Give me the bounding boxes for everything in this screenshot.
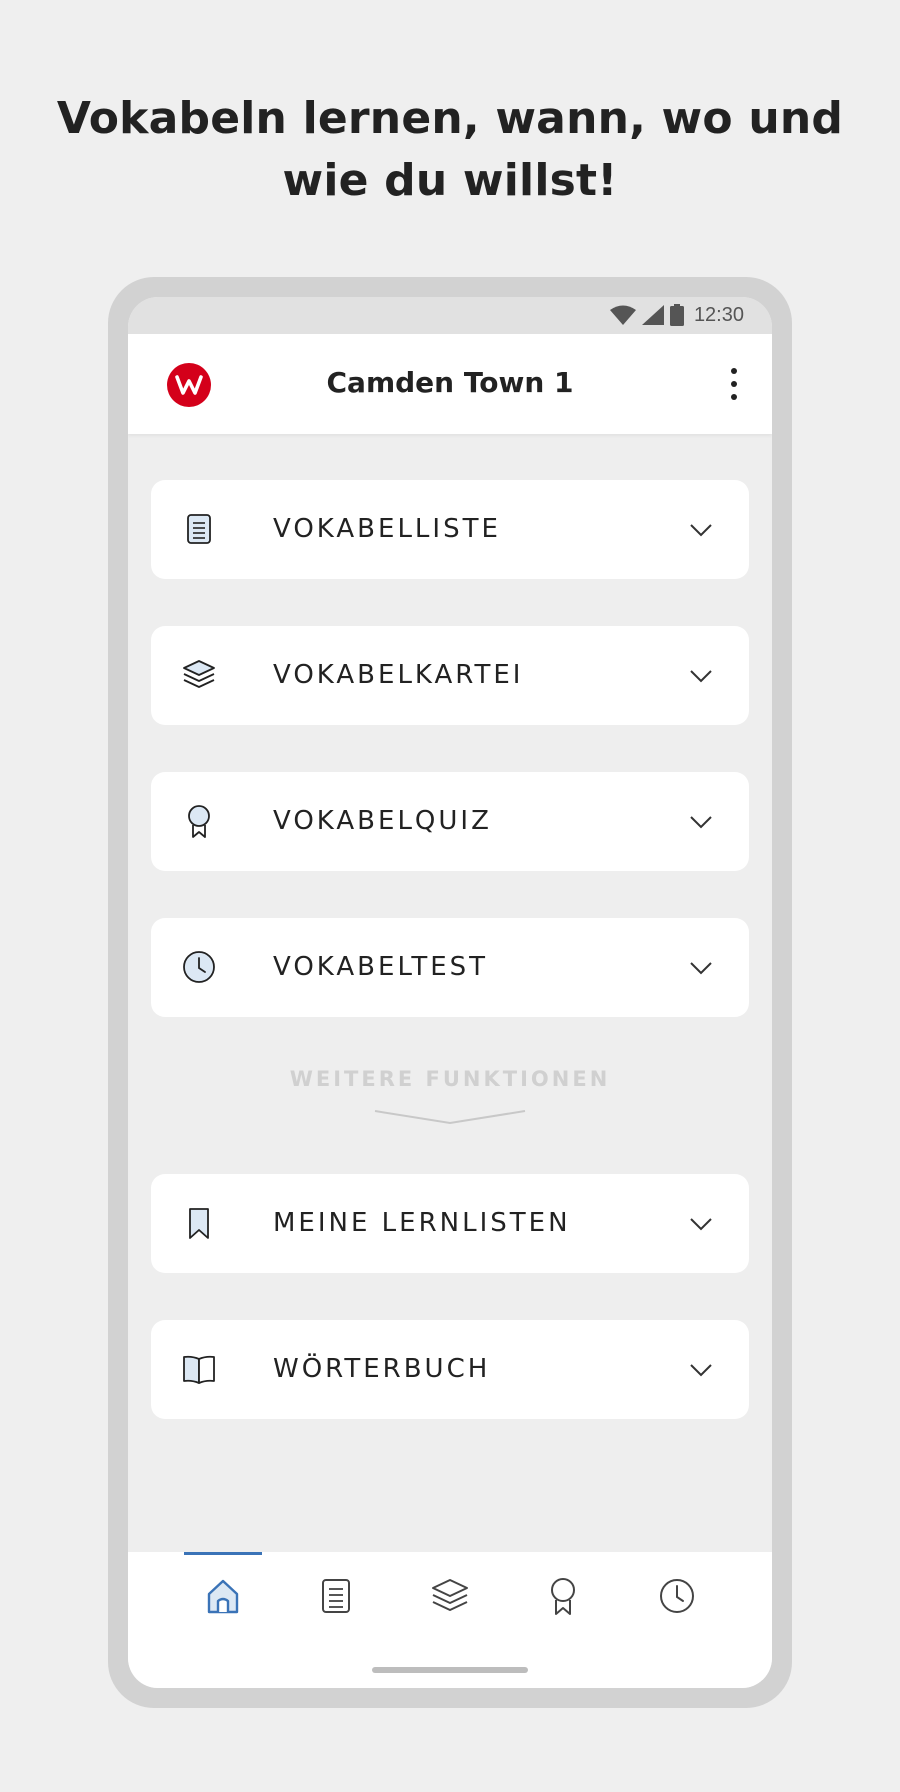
menu-card-label: MEINE LERNLISTEN: [273, 1208, 571, 1238]
menu-card-label: VOKABELLISTE: [273, 514, 501, 544]
gesture-home-bar[interactable]: [372, 1667, 528, 1673]
chevron-down-icon[interactable]: [689, 956, 713, 980]
menu-card-label: VOKABELTEST: [273, 952, 489, 982]
app-bar: Camden Town 1: [128, 334, 772, 434]
phone-screen: 12:30 Camden Town 1 VOKABELLISTE VOKABEL…: [128, 297, 772, 1688]
chevron-down-icon[interactable]: [689, 518, 713, 542]
menu-card-woerterbuch[interactable]: WÖRTERBUCH: [151, 1320, 749, 1419]
app-title: Camden Town 1: [326, 366, 574, 399]
battery-icon: [669, 304, 684, 326]
menu-card-vokabeltest[interactable]: VOKABELTEST: [151, 918, 749, 1017]
award-icon: [188, 805, 210, 838]
list-document-icon: [187, 514, 211, 544]
menu-card-vokabelliste[interactable]: VOKABELLISTE: [151, 480, 749, 579]
menu-card-label: WÖRTERBUCH: [273, 1354, 491, 1384]
status-bar: 12:30: [128, 297, 772, 334]
signal-icon: [641, 305, 664, 325]
more-functions-label: WEITERE FUNKTIONEN: [289, 1067, 611, 1091]
layers-icon[interactable]: [428, 1574, 472, 1618]
book-icon: [183, 1355, 215, 1384]
wifi-icon: [609, 305, 636, 325]
status-time: 12:30: [693, 303, 744, 326]
home-icon[interactable]: [201, 1574, 245, 1618]
clock-icon[interactable]: [655, 1574, 699, 1618]
promo-headline: Vokabeln lernen, wann, wo und wie du wil…: [0, 88, 900, 212]
bookmark-icon: [189, 1208, 209, 1239]
more-vert-icon[interactable]: [726, 366, 742, 402]
chevron-down-icon[interactable]: [689, 664, 713, 688]
menu-card-meine-lernlisten[interactable]: MEINE LERNLISTEN: [151, 1174, 749, 1273]
chevron-down-icon[interactable]: [373, 1109, 527, 1127]
menu-card-vokabelkartei[interactable]: VOKABELKARTEI: [151, 626, 749, 725]
chevron-down-icon[interactable]: [689, 1358, 713, 1382]
menu-card-label: VOKABELKARTEI: [273, 660, 524, 690]
promo-headline-line1: Vokabeln lernen, wann, wo und: [56, 93, 844, 144]
clock-icon: [183, 951, 215, 983]
menu-card-label: VOKABELQUIZ: [273, 806, 492, 836]
list-document-icon[interactable]: [314, 1574, 358, 1618]
bottom-navigation: [128, 1552, 772, 1688]
promo-headline-line2: wie du willst!: [282, 155, 618, 206]
chevron-down-icon[interactable]: [689, 1212, 713, 1236]
layers-icon: [183, 660, 215, 688]
phone-frame: 12:30 Camden Town 1 VOKABELLISTE VOKABEL…: [108, 277, 792, 1708]
award-icon[interactable]: [541, 1574, 585, 1618]
nav-active-indicator: [184, 1552, 262, 1555]
chevron-down-icon[interactable]: [689, 810, 713, 834]
menu-card-vokabelquiz[interactable]: VOKABELQUIZ: [151, 772, 749, 871]
